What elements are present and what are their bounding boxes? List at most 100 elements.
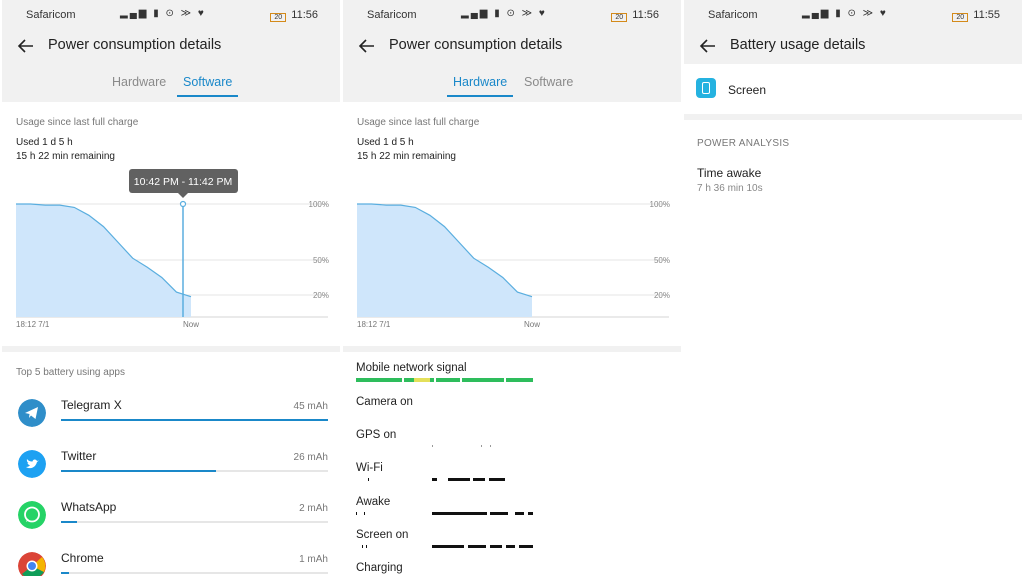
time-awake-title: Time awake (697, 166, 762, 180)
awake-segment (515, 512, 524, 515)
back-arrow-icon[interactable] (698, 36, 718, 56)
usage-bar (61, 419, 328, 421)
y-tick-50: 50% (313, 256, 329, 265)
signal-gap (402, 378, 404, 382)
battery-level-chart[interactable]: 100% 50% 20% 18:12 7/1 Now 10:42 PM - 11… (2, 168, 340, 340)
tab-hardware[interactable]: Hardware (106, 75, 172, 95)
awake-segment (364, 512, 365, 515)
app-row-telegram[interactable]: Telegram X 45 mAh (2, 390, 340, 440)
carrier-name: Safaricom (26, 9, 76, 21)
hw-mobile-signal-label: Mobile network signal (356, 362, 467, 374)
panel-battery-usage: Safaricom ▂▄▆ ▮ ⊙ ≫ ♥ 20 11:55 Battery u… (684, 0, 1022, 576)
power-analysis-header: POWER ANALYSIS (697, 138, 790, 149)
awake-segment (432, 512, 487, 515)
x-tick-start: 18:12 7/1 (16, 320, 50, 329)
camera-timeline (356, 412, 533, 416)
tab-hardware[interactable]: Hardware (447, 75, 514, 97)
screens-container: Safaricom ▂▄▆ ▮ ⊙ ≫ ♥ 20 11:56 Power con… (0, 0, 1024, 576)
wifi-segment (489, 478, 505, 481)
back-arrow-icon[interactable] (357, 36, 377, 56)
screen-segment (468, 545, 486, 548)
used-time: Used 1 d 5 h (16, 137, 73, 148)
usage-since-label: Usage since last full charge (357, 117, 480, 128)
app-usage-value: 2 mAh (299, 503, 328, 514)
status-right: 20 11:55 (952, 9, 1000, 22)
section-divider (684, 114, 1022, 120)
twitter-icon (18, 450, 46, 478)
app-name: Telegram X (61, 398, 122, 412)
status-icons: ▂▄▆ ▮ ⊙ ≫ ♥ (461, 8, 547, 19)
screen-icon (696, 78, 716, 98)
hw-screen-label: Screen on (356, 529, 409, 541)
clock: 11:56 (632, 9, 659, 21)
back-arrow-icon[interactable] (16, 36, 36, 56)
usage-bar (61, 521, 78, 523)
hw-charging-label: Charging (356, 562, 403, 574)
time-awake-value: 7 h 36 min 10s (697, 183, 763, 194)
usage-track (61, 419, 328, 421)
status-bar: Safaricom ▂▄▆ ▮ ⊙ ≫ ♥ 20 11:55 (684, 0, 1022, 28)
status-bar: Safaricom ▂▄▆ ▮ ⊙ ≫ ♥ 20 11:56 (2, 0, 340, 28)
whatsapp-icon (18, 501, 46, 529)
chrome-icon (18, 552, 46, 576)
screen-segment (519, 545, 533, 548)
app-usage-value: 45 mAh (293, 401, 328, 412)
screen-timeline (362, 545, 533, 548)
selection-point (179, 200, 187, 208)
x-tick-now: Now (183, 320, 199, 329)
hw-camera-label: Camera on (356, 396, 413, 408)
battery-level-chart[interactable]: 100% 50% 20% 18:12 7/1 Now (343, 168, 681, 340)
remaining-time: 15 h 22 min remaining (16, 151, 115, 162)
screen-item[interactable]: Screen (684, 64, 1022, 114)
wifi-timeline (368, 478, 505, 481)
app-usage-value: 1 mAh (299, 554, 328, 565)
status-right: 20 11:56 (270, 9, 318, 22)
section-divider (2, 346, 340, 352)
usage-since-label: Usage since last full charge (16, 117, 139, 128)
tooltip-text: 10:42 PM - 11:42 PM (134, 176, 232, 188)
clock: 11:55 (973, 9, 1000, 21)
page-title: Battery usage details (730, 37, 866, 53)
status-icons: ▂▄▆ ▮ ⊙ ≫ ♥ (120, 8, 206, 19)
screen-segment (490, 545, 502, 548)
awake-timeline (356, 512, 533, 515)
hw-awake-label: Awake (356, 496, 391, 508)
signal-weak-segment (414, 378, 430, 382)
battery-icon: 20 (611, 13, 628, 22)
page-title: Power consumption details (389, 37, 563, 53)
section-divider (343, 346, 681, 352)
y-tick-50: 50% (654, 256, 670, 265)
y-tick-20: 20% (654, 291, 670, 300)
app-row-chrome[interactable]: Chrome 1 mAh (2, 543, 340, 576)
screen-segment (506, 545, 515, 548)
awake-segment (356, 512, 357, 515)
tab-software[interactable]: Software (518, 75, 579, 95)
status-icons: ▂▄▆ ▮ ⊙ ≫ ♥ (802, 8, 888, 19)
app-bar: Power consumption details (2, 28, 340, 64)
telegram-icon (18, 399, 46, 427)
y-tick-100: 100% (309, 200, 329, 209)
screen-segment (432, 545, 464, 548)
signal-gap (434, 378, 436, 382)
usage-track (61, 470, 328, 472)
clock: 11:56 (291, 9, 318, 21)
usage-track (61, 572, 328, 574)
x-tick-start: 18:12 7/1 (357, 320, 391, 329)
screen-label: Screen (728, 83, 767, 97)
tabs: Hardware Software (2, 64, 340, 102)
carrier-name: Safaricom (367, 9, 417, 21)
tab-software[interactable]: Software (177, 75, 239, 97)
app-row-whatsapp[interactable]: WhatsApp 2 mAh (2, 492, 340, 542)
screen-segment (366, 545, 367, 548)
app-usage-value: 26 mAh (293, 452, 328, 463)
panel-hardware: Safaricom ▂▄▆ ▮ ⊙ ≫ ♥ 20 11:56 Power con… (343, 0, 681, 576)
wifi-segment (432, 478, 437, 481)
tooltip-pointer (178, 193, 188, 198)
signal-gap (504, 378, 506, 382)
wifi-segment (448, 478, 470, 481)
gps-tick (432, 445, 433, 447)
gps-timeline (432, 445, 491, 447)
hw-gps-label: GPS on (356, 429, 397, 441)
y-tick-20: 20% (313, 291, 329, 300)
app-row-twitter[interactable]: Twitter 26 mAh (2, 441, 340, 491)
